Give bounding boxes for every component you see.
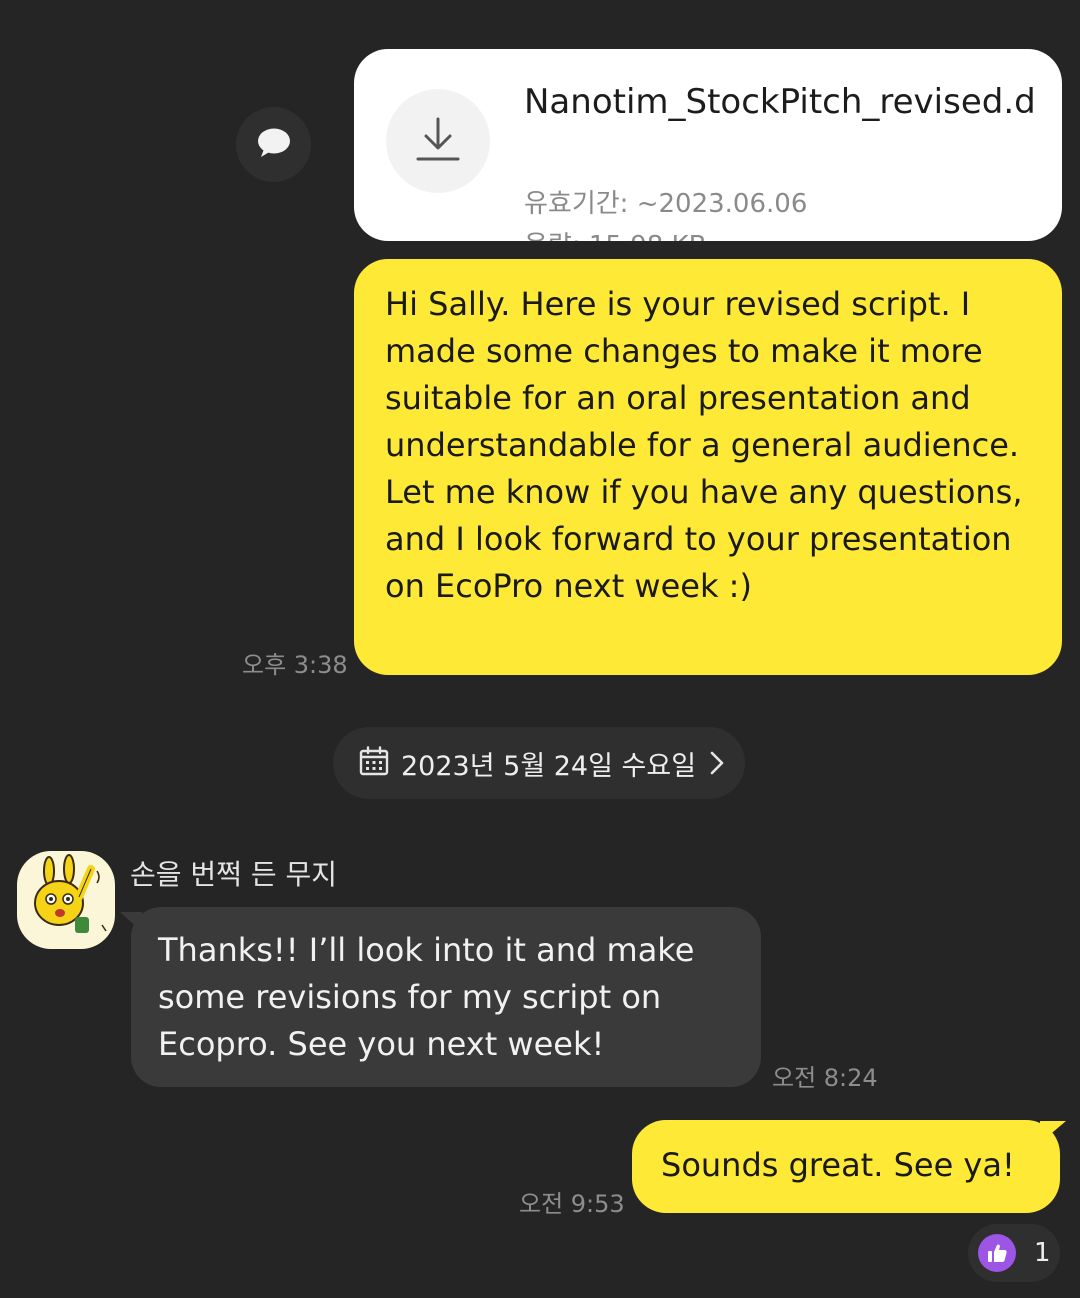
incoming-message-bubble[interactable]: Thanks!! I’ll look into it and make some… — [131, 907, 761, 1087]
reaction-badge[interactable]: 1 — [968, 1224, 1060, 1282]
reaction-count: 1 — [1034, 1238, 1051, 1268]
chevron-right-icon — [710, 751, 724, 775]
avatar[interactable] — [17, 851, 115, 949]
message-timestamp: 오후 3:38 — [242, 651, 348, 679]
download-button[interactable] — [386, 89, 490, 193]
comment-icon — [257, 128, 291, 162]
message-timestamp: 오전 9:53 — [519, 1190, 625, 1218]
comment-button[interactable] — [236, 107, 311, 182]
file-attachment[interactable]: Nanotim_StockPitch_revised.docx 유효기간: ~2… — [354, 49, 1062, 241]
outgoing-message-bubble[interactable]: Sounds great. See ya! — [632, 1120, 1060, 1213]
file-size: 용량: 15.98 KB — [524, 229, 706, 241]
calendar-icon — [359, 746, 389, 780]
file-name: Nanotim_StockPitch_revised.docx — [524, 82, 1034, 122]
outgoing-message-bubble[interactable]: Hi Sally. Here is your revised script. I… — [354, 259, 1062, 675]
date-divider-button[interactable]: 2023년 5월 24일 수요일 — [333, 727, 745, 799]
thumbs-up-icon — [978, 1234, 1016, 1272]
sender-name: 손을 번쩍 든 무지 — [130, 858, 338, 891]
message-timestamp: 오전 8:24 — [772, 1064, 878, 1092]
date-divider-text: 2023년 5월 24일 수요일 — [401, 750, 697, 782]
download-icon — [415, 115, 461, 167]
file-expiry: 유효기간: ~2023.06.06 — [524, 189, 808, 219]
